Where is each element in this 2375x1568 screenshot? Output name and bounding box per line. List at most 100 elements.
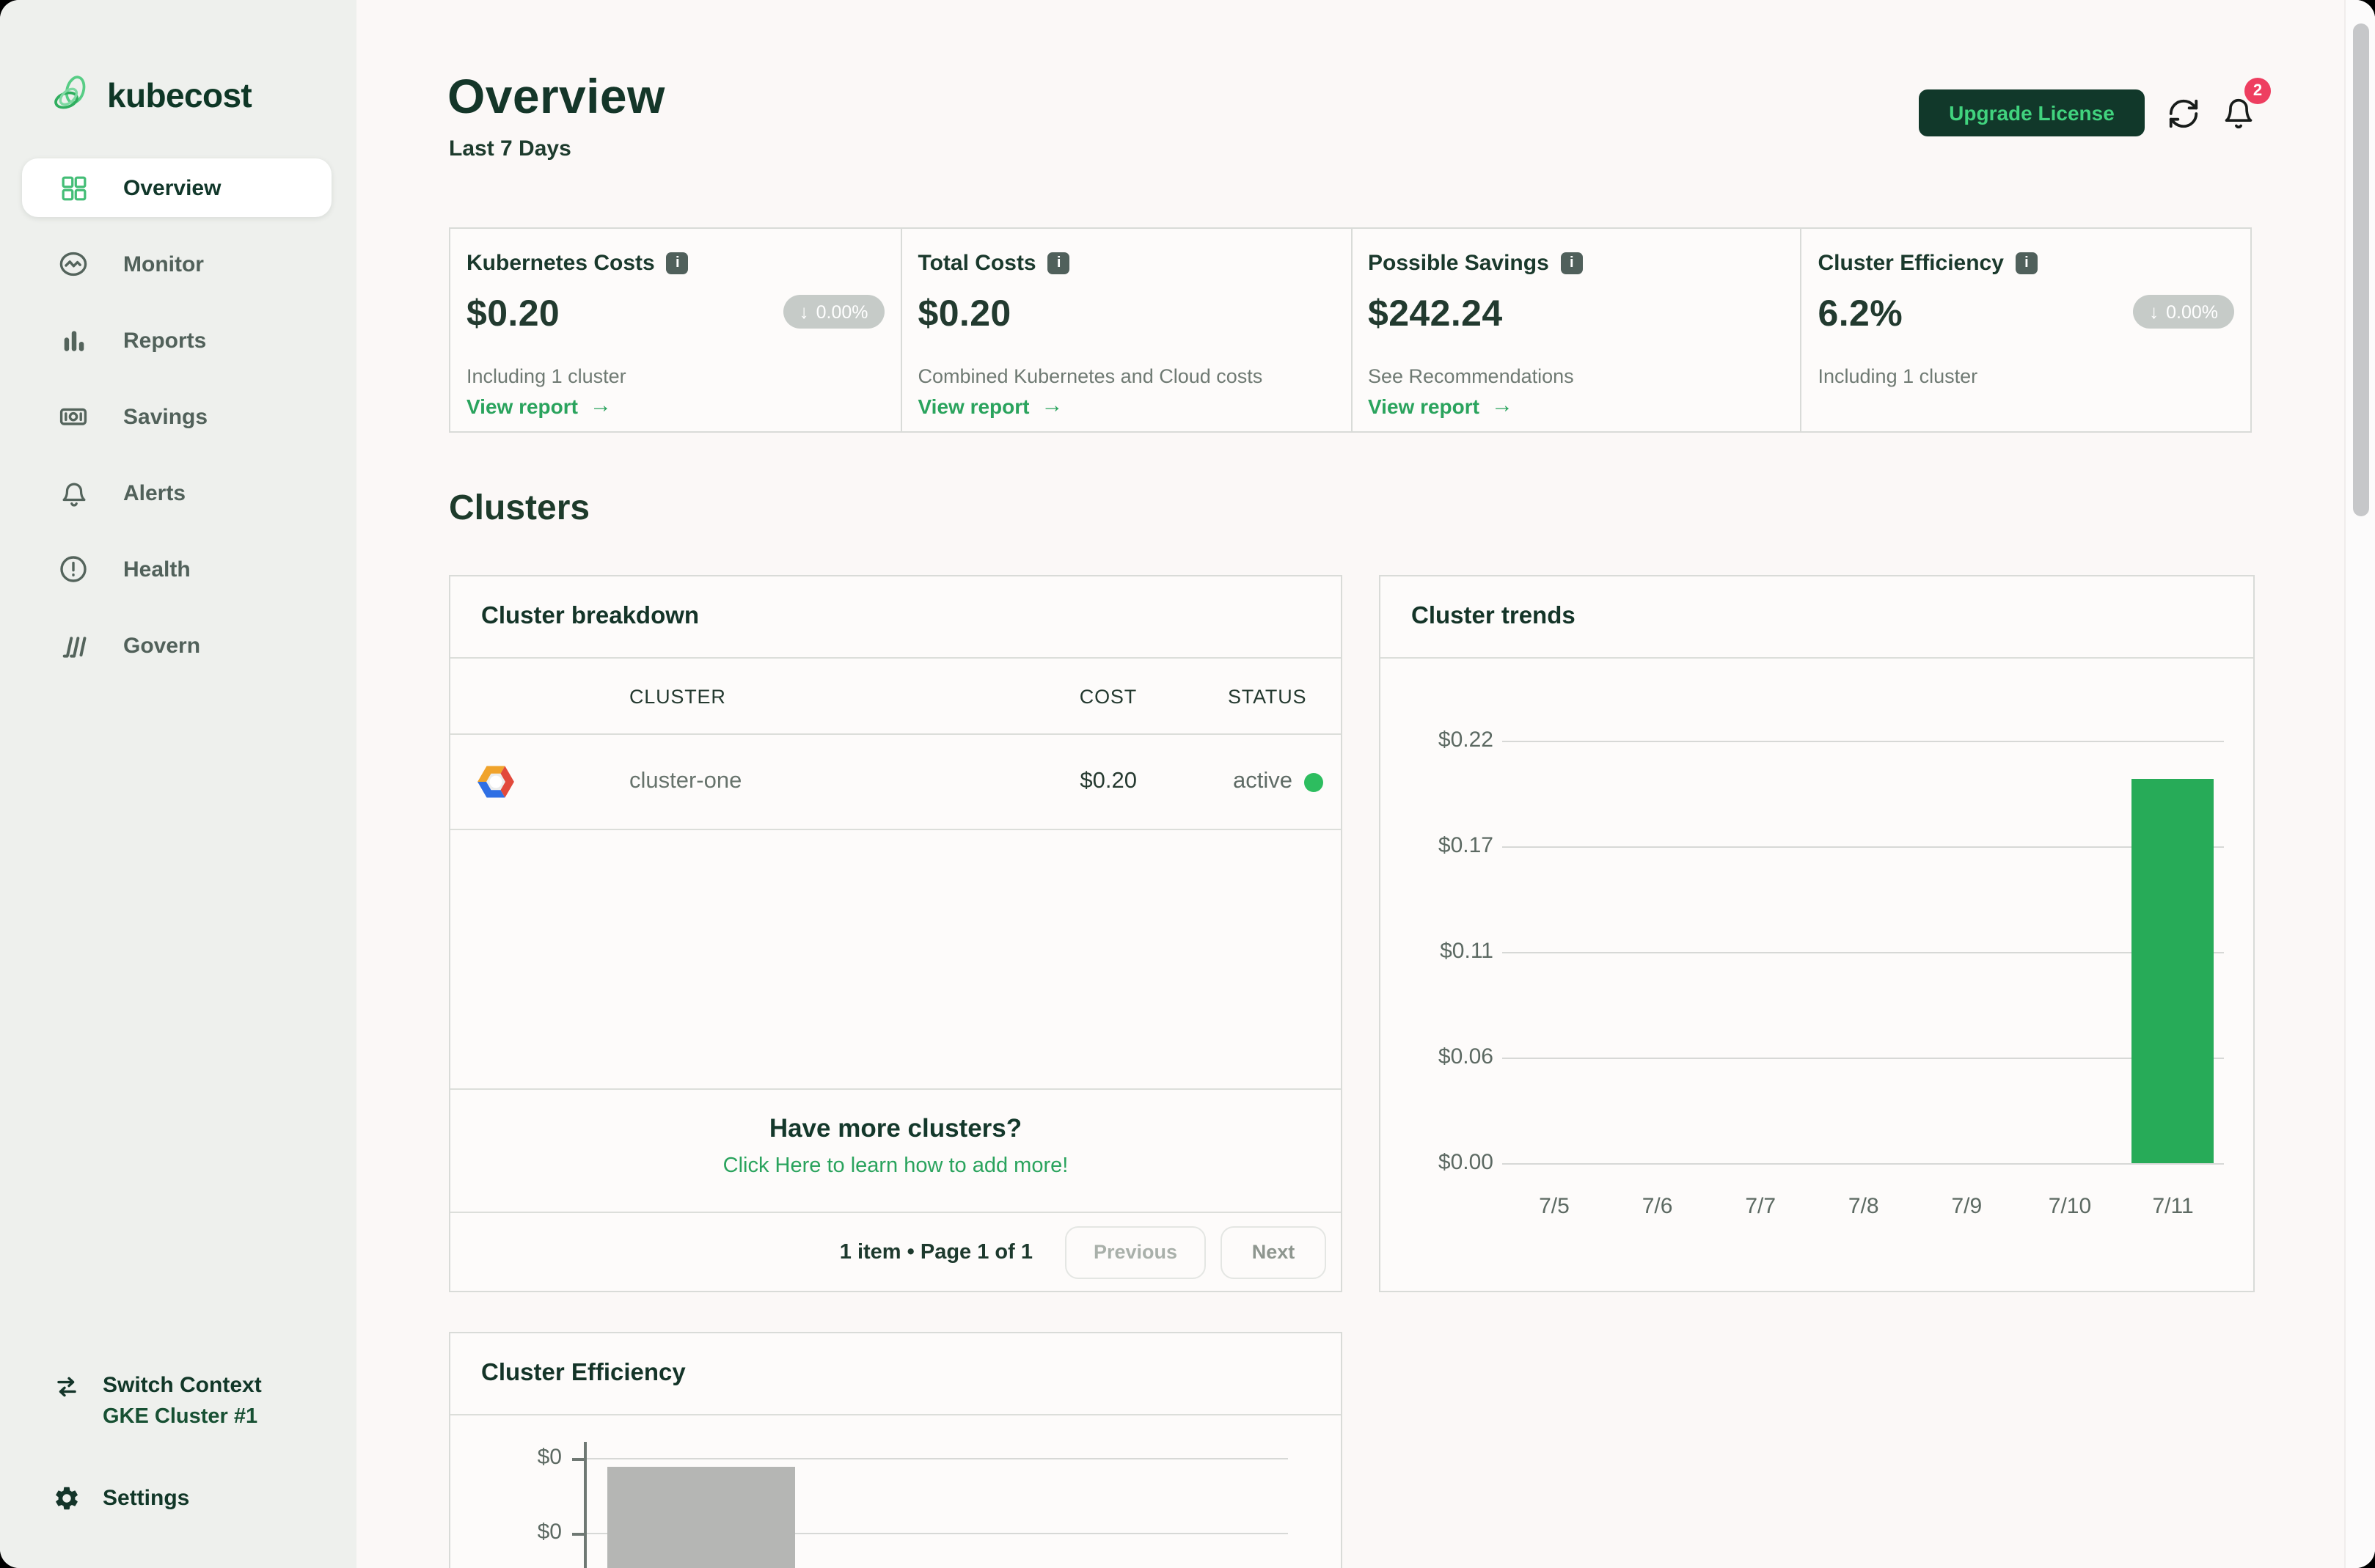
- sidebar-item-health[interactable]: Health: [22, 540, 332, 598]
- clusters-section-heading: Clusters: [449, 488, 590, 528]
- cluster-efficiency-card: Cluster Efficiency $0 $0: [449, 1332, 1342, 1568]
- arrow-right-icon: →: [1041, 393, 1064, 418]
- sidebar-item-label: Health: [123, 557, 191, 582]
- sidebar-item-alerts[interactable]: Alerts: [22, 464, 332, 522]
- gear-icon: [56, 1487, 78, 1510]
- sidebar: kubecost Overview Monitor Reports Saving…: [0, 0, 356, 1568]
- x-tick-label: 7/7: [1745, 1194, 1776, 1219]
- y-tick-label: $0.17: [1438, 833, 1493, 858]
- sidebar-item-govern[interactable]: Govern: [22, 616, 332, 675]
- sidebar-item-label: Savings: [123, 404, 208, 429]
- app-window: kubecost Overview Monitor Reports Saving…: [0, 0, 2375, 1568]
- previous-page-button[interactable]: Previous: [1065, 1226, 1206, 1278]
- notifications-button[interactable]: [2222, 97, 2255, 135]
- stat-card-subtext: Combined Kubernetes and Cloud costs: [918, 365, 1263, 387]
- cluster-cost-cell: $0.20: [1080, 769, 1137, 794]
- y-tick-label: $0.00: [1438, 1150, 1493, 1175]
- bell-icon: [59, 478, 88, 508]
- sidebar-item-label: Govern: [123, 633, 201, 658]
- table-row[interactable]: cluster-one $0.20 active: [450, 735, 1341, 830]
- info-icon[interactable]: i: [1560, 252, 1583, 274]
- refresh-button[interactable]: [2167, 97, 2200, 135]
- change-badge: ↓ 0.00%: [2133, 295, 2234, 329]
- brand-name: kubecost: [107, 76, 252, 114]
- x-tick-label: 7/6: [1642, 1194, 1673, 1219]
- y-tick-label: $0: [537, 1520, 562, 1545]
- upgrade-license-button[interactable]: Upgrade License: [1919, 89, 2145, 136]
- page-title: Overview: [447, 69, 665, 123]
- x-tick-label: 7/11: [2152, 1194, 2194, 1219]
- stat-card-value: $0.20: [918, 293, 1011, 334]
- stat-card-subtext: See Recommendations: [1368, 365, 1574, 387]
- sidebar-item-label: Alerts: [123, 480, 186, 505]
- pagination: 1 item • Page 1 of 1 Previous Next: [450, 1212, 1341, 1291]
- sidebar-item-settings[interactable]: Settings: [53, 1484, 189, 1512]
- banknote-icon: [59, 402, 88, 431]
- pagination-summary: 1 item • Page 1 of 1: [839, 1240, 1033, 1264]
- switch-context-label: Switch Context: [103, 1373, 262, 1398]
- next-page-button[interactable]: Next: [1221, 1226, 1326, 1278]
- stat-card-title: Total Costs: [918, 251, 1036, 276]
- add-clusters-link[interactable]: Click Here to learn how to add more!: [723, 1154, 1069, 1178]
- add-clusters-prompt: Have more clusters? Click Here to learn …: [450, 1088, 1341, 1212]
- column-header-status: STATUS: [1228, 685, 1307, 707]
- scrollbar-thumb[interactable]: [2353, 23, 2369, 516]
- scrollbar[interactable]: [2344, 0, 2375, 1568]
- stat-card-value: $242.24: [1368, 293, 1503, 334]
- cluster-name-cell: cluster-one: [629, 769, 742, 794]
- stat-card-title: Possible Savings: [1368, 251, 1549, 276]
- stat-card-subtext: Including 1 cluster: [466, 365, 626, 387]
- sidebar-item-overview[interactable]: Overview: [22, 158, 332, 217]
- change-value: 0.00%: [816, 301, 868, 322]
- down-arrow-icon: ↓: [2149, 301, 2159, 323]
- bar-chart-icon: [59, 326, 88, 355]
- arrow-right-icon: →: [590, 393, 612, 418]
- gcp-provider-icon: [474, 760, 518, 804]
- switch-context-value: GKE Cluster #1: [103, 1405, 258, 1429]
- arrow-right-icon: →: [1491, 393, 1513, 418]
- stat-card-cluster-efficiency: Cluster Efficiency i 6.2% ↓ 0.00% Includ…: [1800, 229, 2251, 431]
- stat-card-subtext: Including 1 cluster: [1818, 365, 1978, 387]
- more-clusters-title: Have more clusters?: [769, 1113, 1022, 1143]
- y-axis-line: [584, 1442, 586, 1568]
- stat-card-title: Cluster Efficiency: [1818, 251, 2004, 276]
- cluster-status-cell: active: [1233, 769, 1323, 795]
- view-report-link[interactable]: View report →: [466, 393, 612, 418]
- sidebar-item-label: Monitor: [123, 252, 204, 276]
- refresh-icon: [2169, 99, 2198, 128]
- sidebar-item-monitor[interactable]: Monitor: [22, 235, 332, 293]
- date-range-label: Last 7 Days: [449, 136, 571, 161]
- sidebar-nav: Overview Monitor Reports Savings Alerts …: [22, 158, 332, 692]
- info-icon[interactable]: i: [2015, 252, 2038, 274]
- info-icon[interactable]: i: [1047, 252, 1070, 274]
- govern-icon: [59, 631, 88, 660]
- y-tick-label: $0.22: [1438, 728, 1493, 752]
- y-tick-label: $0: [537, 1445, 562, 1470]
- y-tick-label: $0.06: [1438, 1044, 1493, 1069]
- x-tick-label: 7/5: [1539, 1194, 1570, 1219]
- cluster-efficiency-chart: $0 $0: [450, 1333, 1341, 1568]
- sidebar-item-reports[interactable]: Reports: [22, 311, 332, 370]
- settings-label: Settings: [103, 1486, 190, 1511]
- sidebar-item-savings[interactable]: Savings: [22, 387, 332, 446]
- efficiency-bar: [607, 1467, 795, 1568]
- card-title: Cluster breakdown: [450, 576, 1341, 659]
- info-icon[interactable]: i: [666, 252, 689, 274]
- view-report-link[interactable]: View report →: [918, 393, 1064, 418]
- stat-card-value: $0.20: [466, 293, 560, 334]
- y-tick-label: $0.11: [1440, 939, 1493, 964]
- brand-logo[interactable]: kubecost: [51, 75, 252, 116]
- x-tick-label: 7/9: [1951, 1194, 1983, 1219]
- sidebar-item-label: Reports: [123, 328, 207, 353]
- notification-badge: 2: [2244, 78, 2271, 104]
- alert-circle-icon: [59, 554, 88, 584]
- kubecost-logo-icon: [54, 76, 86, 109]
- trend-bars: [1502, 741, 2224, 1163]
- sidebar-item-label: Overview: [123, 175, 222, 200]
- change-badge: ↓ 0.00%: [783, 295, 885, 329]
- switch-context[interactable]: Switch Context GKE Cluster #1: [53, 1373, 262, 1429]
- change-value: 0.00%: [2166, 301, 2218, 322]
- column-header-cluster: CLUSTER: [629, 685, 726, 707]
- view-report-link[interactable]: View report →: [1368, 393, 1513, 418]
- cluster-trends-chart: $0.22 $0.17 $0.11 $0.06 $0.00 7/5 7/6 7/…: [1380, 576, 2253, 1291]
